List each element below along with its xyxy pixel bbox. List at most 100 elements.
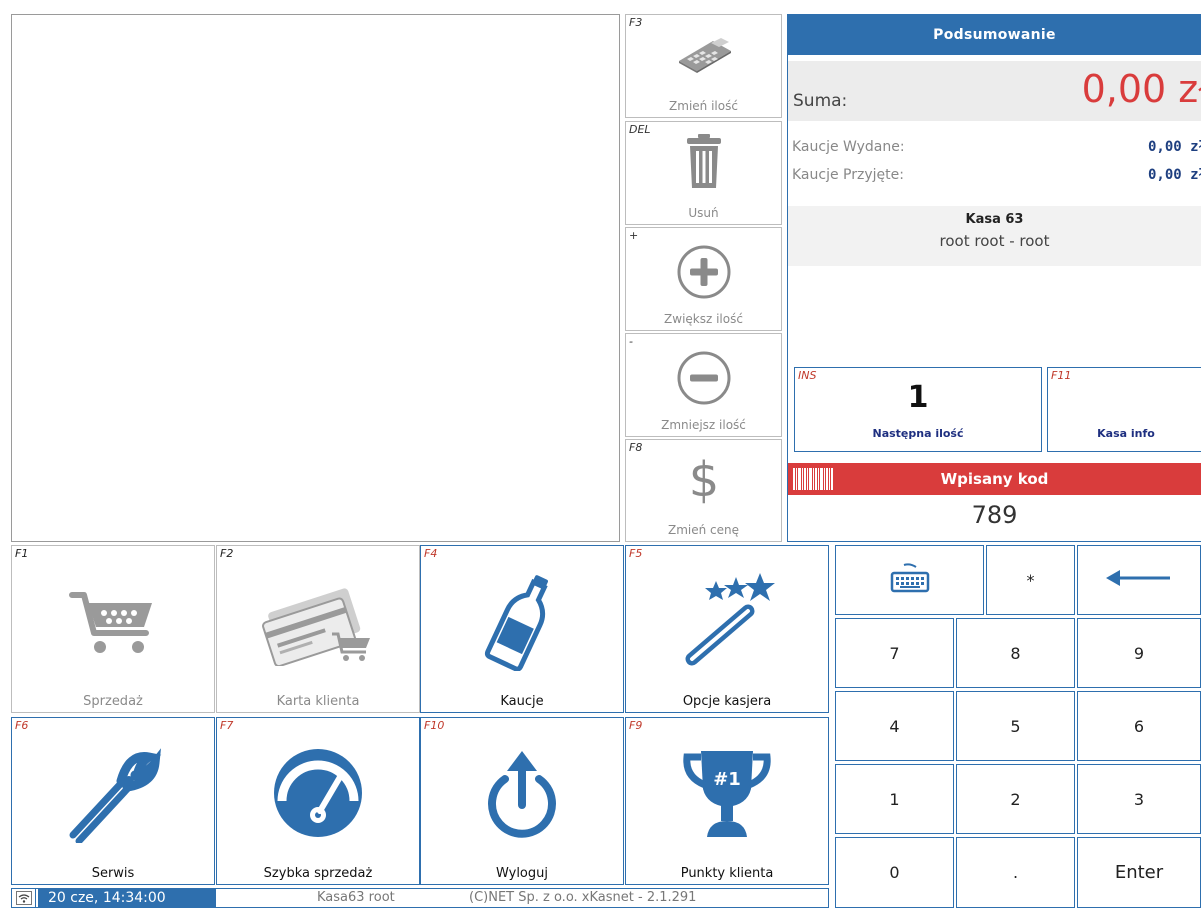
tile-label: Sprzedaż bbox=[83, 694, 143, 709]
cart-icon bbox=[12, 566, 214, 676]
speedometer-icon bbox=[217, 738, 419, 848]
entered-code-title: Wpisany kod bbox=[940, 470, 1049, 488]
shortcut-key: - bbox=[629, 335, 633, 348]
change-quantity-button[interactable]: F3 Zmień ilość bbox=[625, 14, 782, 118]
plus-circle-icon bbox=[626, 244, 781, 300]
key-label: 9 bbox=[1133, 643, 1145, 663]
numpad-key-2[interactable]: 2 bbox=[956, 764, 1075, 834]
trophy-icon: #1 bbox=[626, 738, 828, 848]
cashier-options-tile[interactable]: F5 Opcje kasjera bbox=[625, 545, 829, 713]
tile-label: Opcje kasjera bbox=[682, 694, 772, 709]
numpad-key-7[interactable]: 7 bbox=[835, 618, 954, 688]
deposits-issued-value: 0,00 zł bbox=[1147, 139, 1201, 155]
total-value: 0,00 zł bbox=[1081, 67, 1201, 111]
loyalty-card-icon bbox=[217, 566, 419, 676]
backspace-key[interactable] bbox=[1077, 545, 1201, 615]
status-copyright: (C)NET Sp. z o.o. xKasnet - 2.1.291 bbox=[469, 890, 697, 905]
total-row: Suma: 0,00 zł bbox=[788, 61, 1201, 121]
deposits-received-row: Kaucje Przyjęte: 0,00 zł bbox=[788, 165, 1201, 187]
button-label: Zmień ilość bbox=[669, 99, 738, 113]
change-price-button[interactable]: F8 $ Zmień cenę bbox=[625, 439, 782, 542]
button-label: Zwiększ ilość bbox=[664, 312, 743, 326]
button-label: Usuń bbox=[688, 206, 719, 220]
logout-tile[interactable]: F10 Wyloguj bbox=[420, 717, 624, 885]
shortcut-key: F10 bbox=[424, 719, 445, 732]
keyboard-button[interactable] bbox=[835, 545, 984, 615]
shortcut-key: + bbox=[629, 229, 639, 242]
trash-icon bbox=[626, 134, 781, 190]
dollar-icon: $ bbox=[626, 450, 781, 506]
numpad-key-3[interactable]: 3 bbox=[1077, 764, 1201, 834]
key-label: Enter bbox=[1114, 862, 1164, 883]
next-quantity-label: Następna ilość bbox=[872, 427, 964, 440]
shortcut-key: F3 bbox=[629, 16, 643, 29]
quick-sale-tile[interactable]: F7 Szybka sprzedaż bbox=[216, 717, 420, 885]
status-terminal: Kasa63 root bbox=[317, 890, 395, 905]
total-label: Suma: bbox=[793, 91, 848, 111]
entered-code-header: Wpisany kod bbox=[788, 463, 1201, 495]
summary-panel: Podsumowanie Suma: 0,00 zł Kaucje Wydane… bbox=[787, 14, 1201, 542]
tile-label: Kaucje bbox=[500, 694, 544, 709]
deposits-tile[interactable]: F4 Kaucje bbox=[420, 545, 624, 713]
multiply-key[interactable]: * bbox=[986, 545, 1075, 615]
shortcut-key: F2 bbox=[220, 547, 234, 560]
barcode-icon bbox=[791, 467, 835, 502]
shortcut-key: F4 bbox=[424, 547, 438, 560]
bottle-icon bbox=[421, 566, 623, 676]
increase-quantity-button[interactable]: + Zwiększ ilość bbox=[625, 227, 782, 331]
minus-circle-icon bbox=[626, 350, 781, 406]
tile-label: Serwis bbox=[91, 866, 135, 881]
numpad-key-4[interactable]: 4 bbox=[835, 691, 954, 761]
customer-points-tile[interactable]: F9 #1 Punkty klienta bbox=[625, 717, 829, 885]
deposits-issued-label: Kaucje Wydane: bbox=[792, 139, 905, 155]
summary-title: Podsumowanie bbox=[788, 15, 1201, 55]
register-info: Kasa 63 root root - root bbox=[788, 206, 1201, 266]
svg-text:#1: #1 bbox=[713, 769, 741, 790]
backspace-arrow-icon bbox=[1106, 568, 1172, 592]
shortcut-key: F9 bbox=[629, 719, 643, 732]
numpad-key-5[interactable]: 5 bbox=[956, 691, 1075, 761]
wifi-icon bbox=[12, 889, 36, 907]
delete-item-button[interactable]: DEL Usuń bbox=[625, 121, 782, 225]
key-label: 5 bbox=[1010, 716, 1021, 736]
numpad-key-1[interactable]: 1 bbox=[835, 764, 954, 834]
numpad-key-9[interactable]: 9 bbox=[1077, 618, 1201, 688]
shortcut-key: F7 bbox=[220, 719, 234, 732]
register-user: root root - root bbox=[939, 232, 1050, 250]
enter-key[interactable]: Enter bbox=[1077, 837, 1201, 908]
tile-label: Karta klienta bbox=[276, 694, 360, 709]
shortcut-key: F6 bbox=[15, 719, 29, 732]
button-label: Zmniejsz ilość bbox=[661, 418, 746, 432]
key-label: 3 bbox=[1133, 789, 1145, 809]
register-name: Kasa 63 bbox=[965, 212, 1024, 227]
sale-tile[interactable]: F1 Sprzedaż bbox=[11, 545, 215, 713]
register-info-button[interactable]: F11 Kasa info bbox=[1047, 367, 1201, 452]
register-info-label: Kasa info bbox=[1097, 427, 1155, 440]
keyboard-icon bbox=[890, 563, 930, 597]
key-label: 1 bbox=[889, 789, 900, 809]
tile-label: Wyloguj bbox=[496, 866, 548, 881]
logout-icon bbox=[421, 738, 623, 848]
shortcut-key: F11 bbox=[1051, 369, 1072, 382]
deposits-issued-row: Kaucje Wydane: 0,00 zł bbox=[788, 137, 1201, 159]
deposits-received-value: 0,00 zł bbox=[1147, 167, 1201, 183]
deposits-received-label: Kaucje Przyjęte: bbox=[792, 167, 904, 183]
button-label: Zmień cenę bbox=[667, 523, 739, 537]
next-quantity-value: 1 bbox=[907, 380, 929, 415]
numpad-key-dot[interactable]: . bbox=[956, 837, 1075, 908]
key-label: 6 bbox=[1133, 716, 1145, 736]
key-label: 0 bbox=[889, 863, 900, 882]
loyalty-card-tile[interactable]: F2 Karta klienta bbox=[216, 545, 420, 713]
calculator-icon bbox=[626, 33, 781, 73]
decrease-quantity-button[interactable]: - Zmniejsz ilość bbox=[625, 333, 782, 437]
tile-label: Punkty klienta bbox=[680, 866, 774, 881]
key-label: . bbox=[1012, 863, 1019, 882]
status-bar: 20 cze, 14:34:00 Kasa63 root (C)NET Sp. … bbox=[11, 888, 829, 908]
service-tile[interactable]: F6 Serwis bbox=[11, 717, 215, 885]
key-label: 4 bbox=[889, 716, 900, 736]
numpad-key-8[interactable]: 8 bbox=[956, 618, 1075, 688]
numpad-key-6[interactable]: 6 bbox=[1077, 691, 1201, 761]
next-quantity-button[interactable]: INS 1 Następna ilość bbox=[794, 367, 1042, 452]
numpad-key-0[interactable]: 0 bbox=[835, 837, 954, 908]
receipt-list[interactable] bbox=[11, 14, 620, 542]
